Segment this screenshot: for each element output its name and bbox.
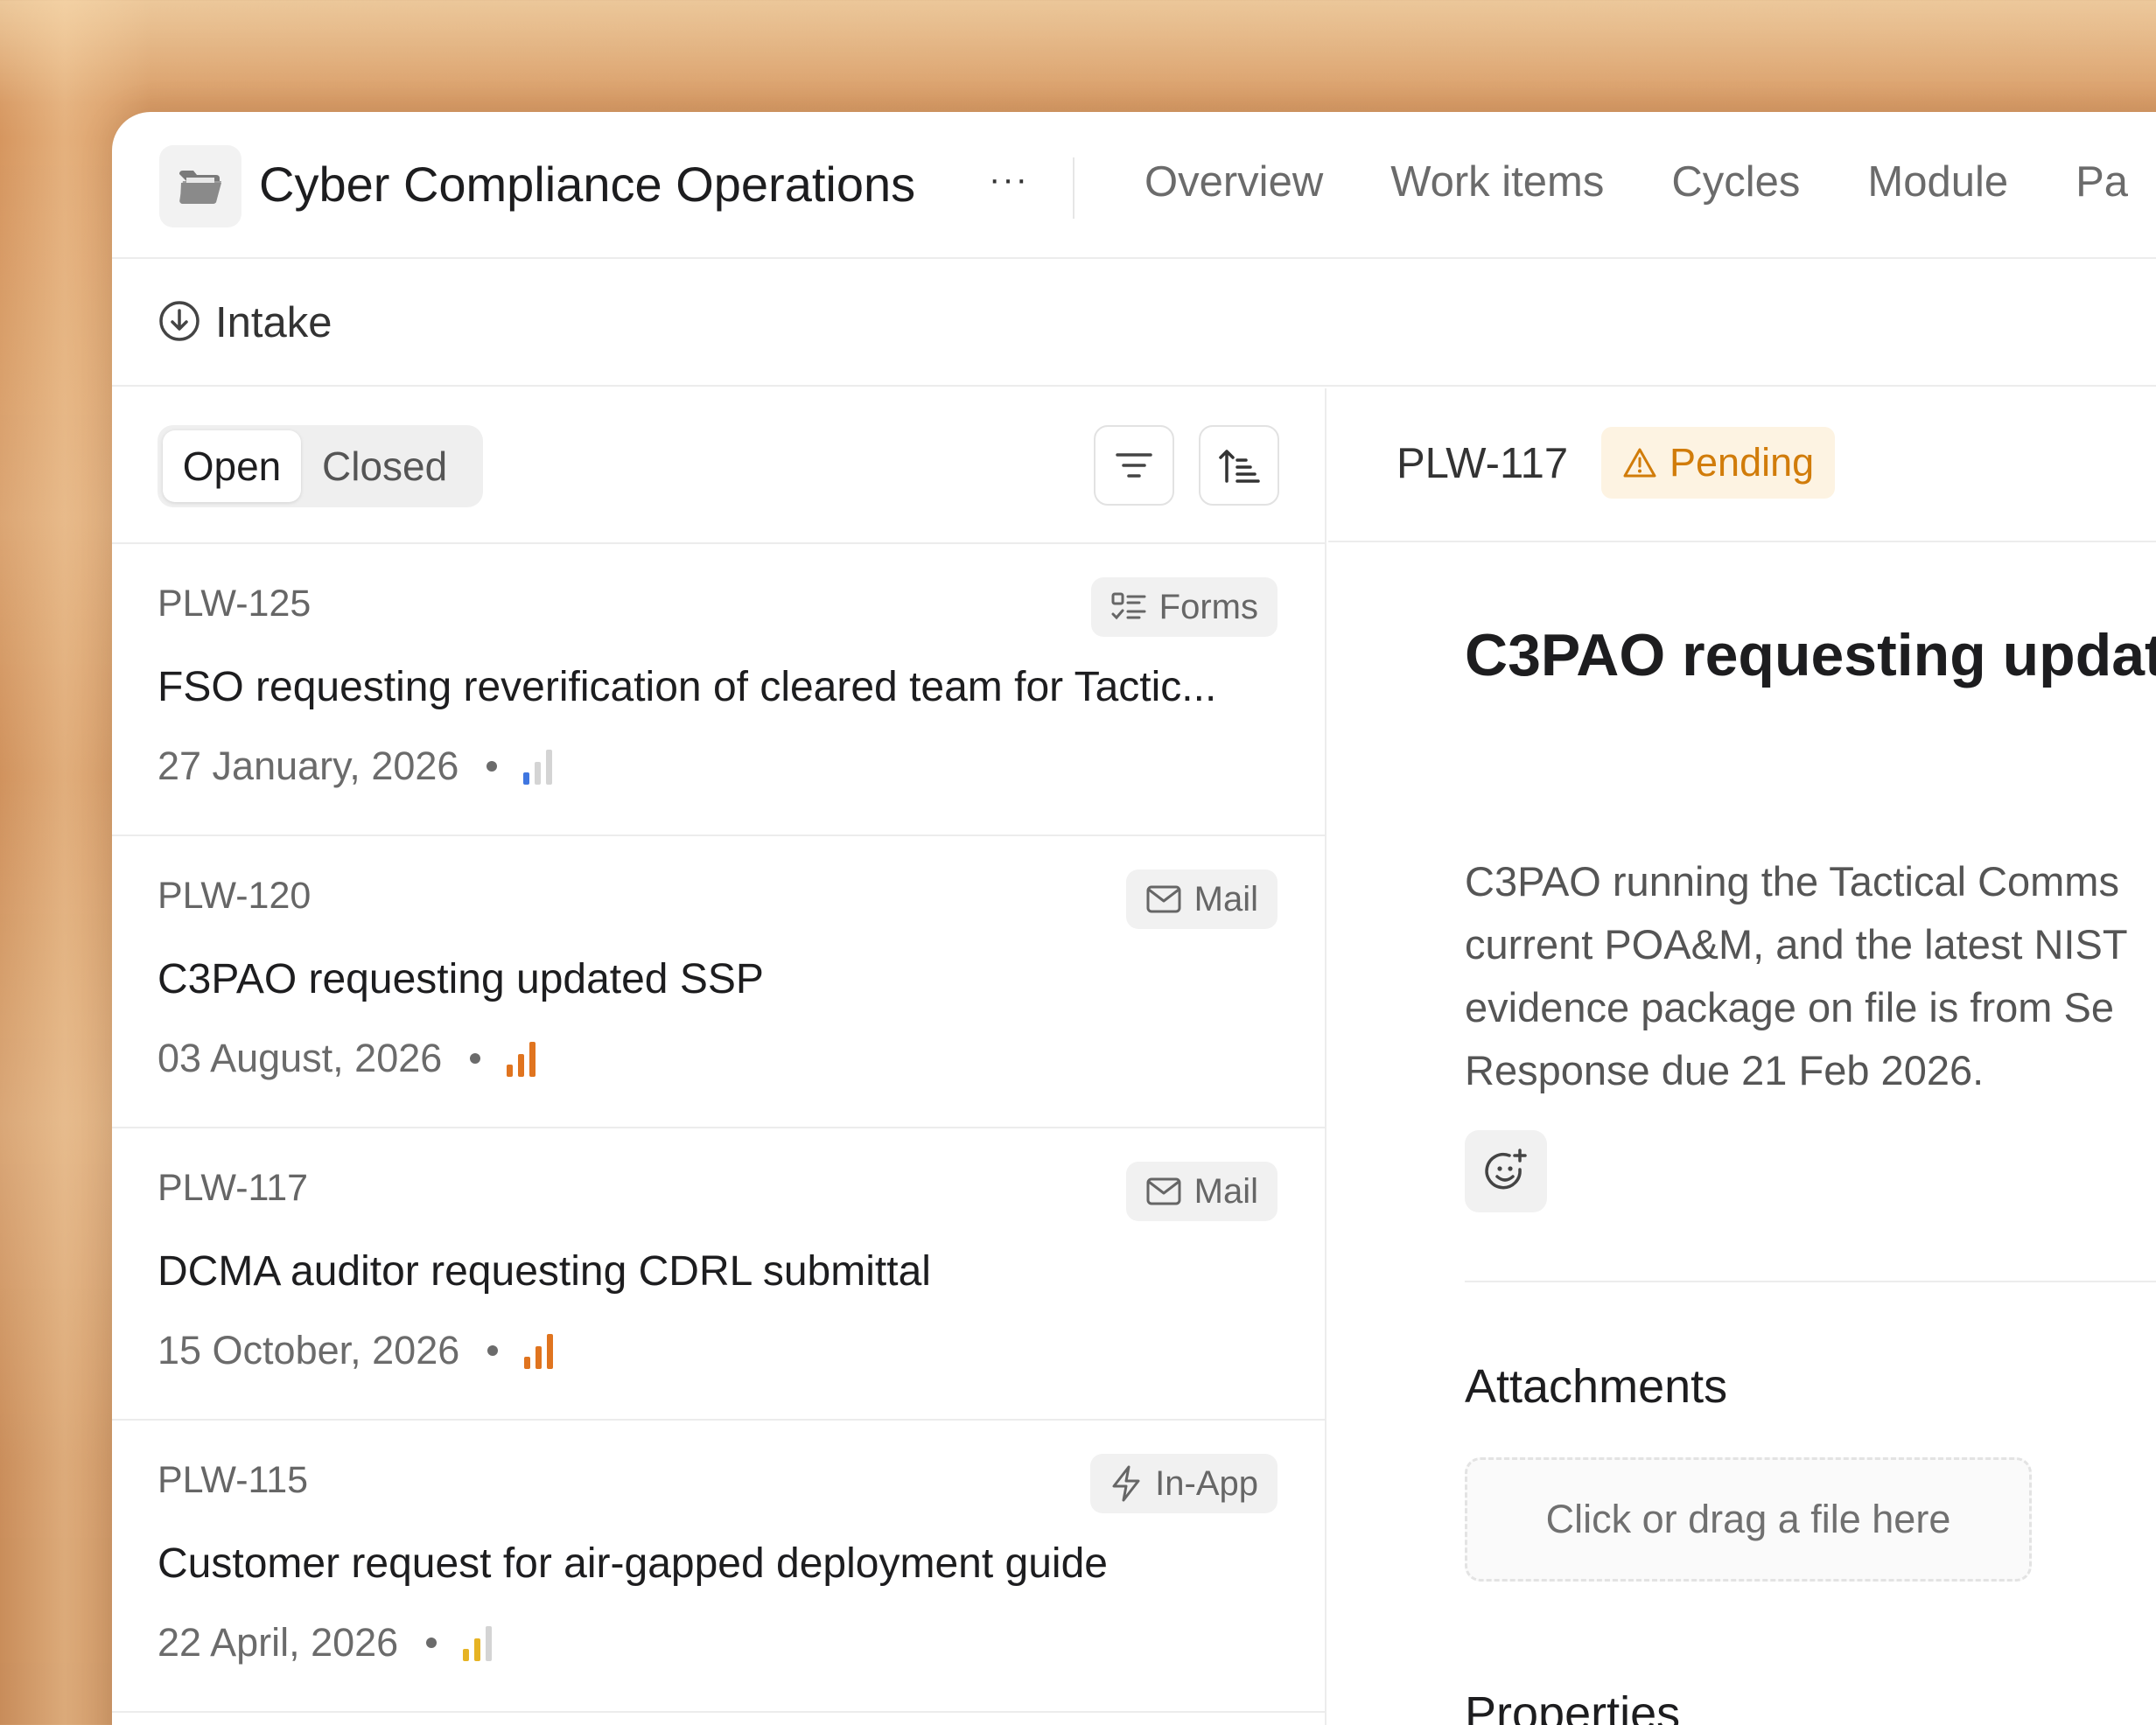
description-line: current POA&M, and the latest NIST <box>1465 921 2128 967</box>
filter-button[interactable] <box>1094 425 1174 506</box>
source-badge: Mail <box>1125 1162 1278 1221</box>
intake-label: Intake <box>215 299 332 346</box>
nav-cycles[interactable]: Cycles <box>1671 157 1800 206</box>
filter-icon <box>1116 453 1152 478</box>
detail-title[interactable]: C3PAO requesting updat <box>1465 621 2156 689</box>
nav-work-items[interactable]: Work items <box>1390 157 1604 206</box>
source-label: Mail <box>1194 879 1258 918</box>
smiley-plus-icon <box>1485 1149 1527 1190</box>
mail-icon <box>1146 1177 1181 1205</box>
item-id: PLW-117 <box>158 1167 309 1209</box>
item-title: C3PAO requesting updated SSP <box>158 956 764 1002</box>
add-reaction-button[interactable] <box>1465 1130 1547 1212</box>
item-date: 27 January, 2026 <box>158 744 459 788</box>
app-window: Cyber Compliance Operations ··· Overview… <box>112 112 2156 1725</box>
list-item[interactable]: PLW-117 Mail DCMA auditor requesting CDR… <box>112 1128 1325 1421</box>
file-dropzone[interactable]: Click or drag a file here <box>1465 1457 2032 1582</box>
detail-panel: PLW-117 Pending C3PAO requesting updat C… <box>1328 388 2156 1725</box>
item-meta: 22 April, 2026 <box>158 1620 497 1666</box>
header-divider <box>1073 157 1074 219</box>
detail-header: PLW-117 Pending <box>1328 388 2156 542</box>
item-id: PLW-115 <box>158 1459 309 1501</box>
priority-high-icon <box>524 1332 558 1369</box>
source-label: In-App <box>1155 1463 1258 1503</box>
item-meta: 15 October, 2026 <box>158 1328 558 1373</box>
folder-icon[interactable] <box>159 145 242 227</box>
nav-pages[interactable]: Pa <box>2076 157 2128 206</box>
list-item[interactable]: PLW-120 Mail C3PAO requesting updated SS… <box>112 836 1325 1128</box>
open-closed-toggle: Open Closed <box>158 425 483 507</box>
attachments-heading: Attachments <box>1465 1360 1728 1413</box>
source-badge: Forms <box>1090 577 1278 637</box>
item-title: Customer request for air-gapped deployme… <box>158 1540 1108 1587</box>
source-badge: Mail <box>1125 869 1278 929</box>
detail-description[interactable]: C3PAO running the Tactical Comms current… <box>1465 850 2156 1102</box>
warning-icon <box>1623 448 1656 478</box>
source-label: Forms <box>1158 587 1258 626</box>
separator-dot <box>486 761 498 772</box>
status-label: Pending <box>1670 440 1815 485</box>
source-label: Mail <box>1194 1171 1258 1211</box>
separator-dot <box>426 1638 438 1648</box>
priority-low-icon <box>523 748 557 785</box>
priority-high-icon <box>507 1040 541 1077</box>
project-title[interactable]: Cyber Compliance Operations <box>259 156 915 213</box>
source-badge: In-App <box>1090 1454 1278 1513</box>
item-date: 15 October, 2026 <box>158 1328 460 1372</box>
detail-id: PLW-117 <box>1396 440 1569 487</box>
project-nav: Overview Work items Cycles Module Pa <box>1144 157 2156 206</box>
description-line: C3PAO running the Tactical Comms <box>1465 858 2119 904</box>
project-header: Cyber Compliance Operations ··· Overview… <box>112 112 2156 259</box>
list-item[interactable]: PLW-125 Forms FSO requesting reverificat… <box>112 544 1325 836</box>
download-circle-icon <box>159 301 200 341</box>
lightning-icon <box>1112 1465 1140 1502</box>
sort-icon <box>1219 450 1260 483</box>
intake-bar <box>112 261 2156 387</box>
properties-heading: Properties <box>1465 1687 1681 1725</box>
item-title: DCMA auditor requesting CDRL submittal <box>158 1248 931 1295</box>
separator-dot <box>487 1345 499 1356</box>
nav-overview[interactable]: Overview <box>1144 157 1323 206</box>
status-badge[interactable]: Pending <box>1601 427 1836 499</box>
intake-list-panel: Open Closed PLW-125 Forms FSO requesting… <box>112 388 1326 1725</box>
tab-open[interactable]: Open <box>163 430 301 502</box>
form-icon <box>1111 592 1146 620</box>
section-divider <box>1465 1281 2156 1282</box>
more-options-button[interactable]: ··· <box>978 157 1040 210</box>
tab-closed[interactable]: Closed <box>322 430 447 502</box>
description-line: Response due 21 Feb 2026. <box>1465 1047 1984 1093</box>
item-title: FSO requesting reverification of cleared… <box>158 664 1217 710</box>
separator-dot <box>470 1053 481 1064</box>
priority-medium-icon <box>463 1624 497 1661</box>
item-meta: 03 August, 2026 <box>158 1036 541 1081</box>
nav-module[interactable]: Module <box>1867 157 2008 206</box>
item-date: 03 August, 2026 <box>158 1036 443 1080</box>
item-date: 22 April, 2026 <box>158 1620 399 1665</box>
item-id: PLW-125 <box>158 583 312 625</box>
mail-icon <box>1146 885 1181 913</box>
item-id: PLW-120 <box>158 875 312 917</box>
sort-button[interactable] <box>1199 425 1279 506</box>
description-line: evidence package on file is from Se <box>1465 984 2114 1030</box>
list-item[interactable]: PLW-115 In-App Customer request for air-… <box>112 1421 1325 1713</box>
item-meta: 27 January, 2026 <box>158 744 557 789</box>
